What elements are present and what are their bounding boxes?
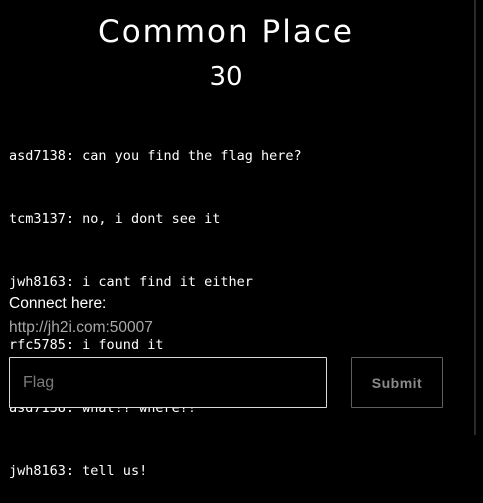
chat-line: asd7138: can you find the flag here? <box>9 148 302 164</box>
chat-line: jwh8163: i cant find it either <box>9 274 253 290</box>
chat-username: asd7138 <box>9 148 66 164</box>
chat-line: rfc5785: i found it <box>9 337 164 353</box>
challenge-points: 30 <box>209 62 243 92</box>
connect-label: Connect here: <box>9 295 107 312</box>
connect-url-link[interactable]: http://jh2i.com:50007 <box>9 319 153 337</box>
panel-divider <box>474 0 476 435</box>
flag-input[interactable] <box>9 357 327 408</box>
chat-message: can you find the flag here? <box>82 148 302 164</box>
chat-username: rfc5785 <box>9 337 66 353</box>
chat-message: i cant find it either <box>82 274 253 290</box>
chat-line: tcm3137: no, i dont see it <box>9 211 221 227</box>
chat-message: no, i dont see it <box>82 211 221 227</box>
chat-username: tcm3137 <box>9 211 66 227</box>
submit-button[interactable]: Submit <box>351 357 443 408</box>
chat-username: jwh8163 <box>9 463 66 479</box>
chat-username: jwh8163 <box>9 274 66 290</box>
chat-message: i found it <box>82 337 164 353</box>
chat-message: tell us! <box>82 463 148 479</box>
chat-line: jwh8163: tell us! <box>9 463 148 479</box>
challenge-title: Common Place <box>98 14 354 50</box>
